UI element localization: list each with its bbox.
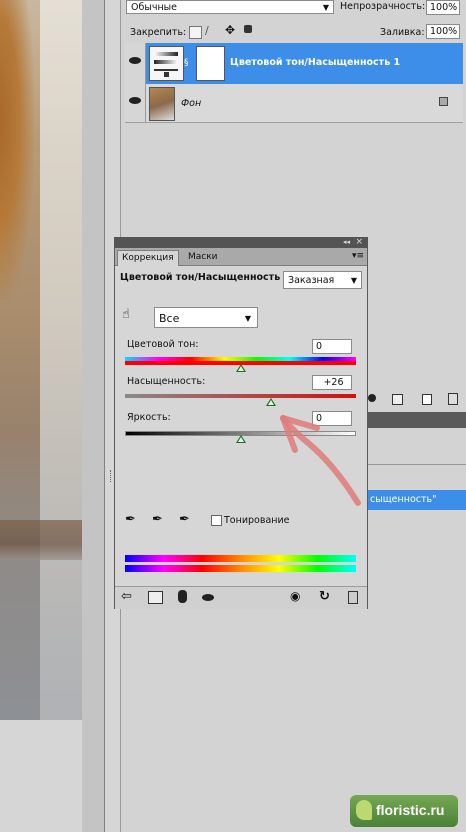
fill-field[interactable]: 100% — [426, 24, 460, 39]
eye-icon — [129, 97, 141, 104]
hue-slider-thumb[interactable] — [235, 364, 246, 372]
hair-region — [0, 0, 34, 300]
panel-menu-icon[interactable]: ▾≡ — [352, 251, 364, 261]
blend-mode-select[interactable]: Обычные ▼ — [126, 0, 334, 14]
layers-bottom-border — [125, 122, 463, 123]
chevron-down-icon: ▼ — [244, 314, 251, 323]
lightness-slider-thumb[interactable] — [235, 435, 246, 443]
folder-icon[interactable] — [392, 394, 403, 405]
adjustment-thumbnail — [149, 46, 184, 81]
hand-adjust-icon[interactable]: ☝ — [122, 307, 130, 322]
blend-mode-value: Обычные — [131, 2, 178, 13]
chevron-down-icon: ▼ — [322, 3, 329, 12]
channel-select[interactable]: Все ▼ — [154, 307, 258, 328]
tab-correction[interactable]: Коррекция — [117, 250, 179, 266]
watermark-text: floristic.ru — [376, 802, 445, 818]
panel-line — [368, 464, 466, 465]
history-item-selected[interactable]: сыщенность" — [368, 490, 466, 510]
lock-label: Закрепить: — [130, 27, 187, 38]
link-icon: § — [184, 58, 189, 68]
lightness-label: Яркость: — [127, 412, 171, 423]
clip-layer-icon[interactable] — [178, 590, 187, 603]
lock-icon[interactable] — [244, 25, 252, 33]
tab-masks[interactable]: Маски — [184, 250, 222, 265]
preset-value: Заказная — [288, 275, 335, 286]
canvas-margin — [82, 0, 104, 832]
layer-row-background[interactable]: Фон — [125, 84, 463, 123]
layer-thumbnail — [149, 87, 175, 121]
input-spectrum-bar — [125, 555, 356, 562]
eyedropper-icon[interactable]: ✒ — [125, 512, 136, 527]
panel-footer: ⇦ ◉ ↻ — [115, 586, 367, 609]
expand-view-icon[interactable] — [148, 591, 163, 604]
visibility-toggle[interactable] — [125, 43, 146, 84]
chevron-down-icon: ▼ — [350, 276, 357, 285]
new-layer-icon[interactable] — [422, 394, 432, 405]
divider — [104, 0, 105, 832]
eyedropper-plus-icon[interactable]: ✒ — [152, 512, 163, 527]
colorize-checkbox[interactable] — [211, 515, 222, 526]
layer-row-adjustment[interactable]: § Цветовой тон/Насыщенность 1 — [125, 43, 463, 84]
eye-icon — [129, 57, 141, 64]
output-spectrum-bar — [125, 565, 356, 572]
opacity-field[interactable]: 100% — [426, 0, 460, 15]
leaf-icon — [356, 800, 372, 820]
layer-name: Фон — [181, 98, 202, 109]
layers-footer-fragment — [368, 393, 466, 407]
annotation-arrow — [280, 415, 361, 506]
window-sill — [0, 520, 82, 560]
window-light — [40, 0, 82, 720]
watermark-logo: floristic.ru — [350, 795, 458, 827]
channel-value: Все — [159, 312, 180, 325]
lock-transparency-icon[interactable] — [189, 26, 202, 39]
layer-name: Цветовой тон/Насыщенность 1 — [230, 57, 401, 68]
hue-label: Цветовой тон: — [127, 339, 199, 350]
move-icon[interactable]: ✥ — [225, 23, 235, 37]
eye-icon[interactable] — [202, 594, 214, 601]
adjustment-title: Цветовой тон/Насыщенность — [120, 272, 281, 283]
panel-titlebar[interactable]: ◂◂ × — [114, 237, 368, 248]
preset-select[interactable]: Заказная ▼ — [283, 271, 362, 289]
reset-icon[interactable]: ↻ — [319, 589, 330, 604]
trash-icon[interactable] — [448, 393, 458, 405]
panel-header-fragment — [368, 412, 466, 428]
saturation-label: Насыщенность: — [127, 376, 206, 387]
previous-state-icon[interactable]: ◉ — [290, 589, 300, 603]
eyedropper-minus-icon[interactable]: ✒ — [179, 512, 190, 527]
fill-label: Заливка: — [380, 27, 425, 38]
opacity-label: Непрозрачность: — [340, 1, 426, 12]
trash-icon[interactable] — [348, 591, 358, 604]
close-icon[interactable]: × — [355, 237, 363, 247]
brush-icon[interactable]: ∕ — [205, 24, 209, 37]
colorize-label: Тонирование — [224, 515, 290, 526]
mask-thumbnail[interactable] — [196, 46, 225, 81]
visibility-toggle[interactable] — [125, 84, 146, 122]
back-arrow-icon[interactable]: ⇦ — [121, 589, 132, 604]
collapse-icon[interactable]: ◂◂ — [343, 238, 350, 246]
saturation-field[interactable]: +26 — [312, 375, 352, 390]
hue-field[interactable]: 0 — [312, 339, 352, 354]
lock-icon — [439, 97, 448, 106]
